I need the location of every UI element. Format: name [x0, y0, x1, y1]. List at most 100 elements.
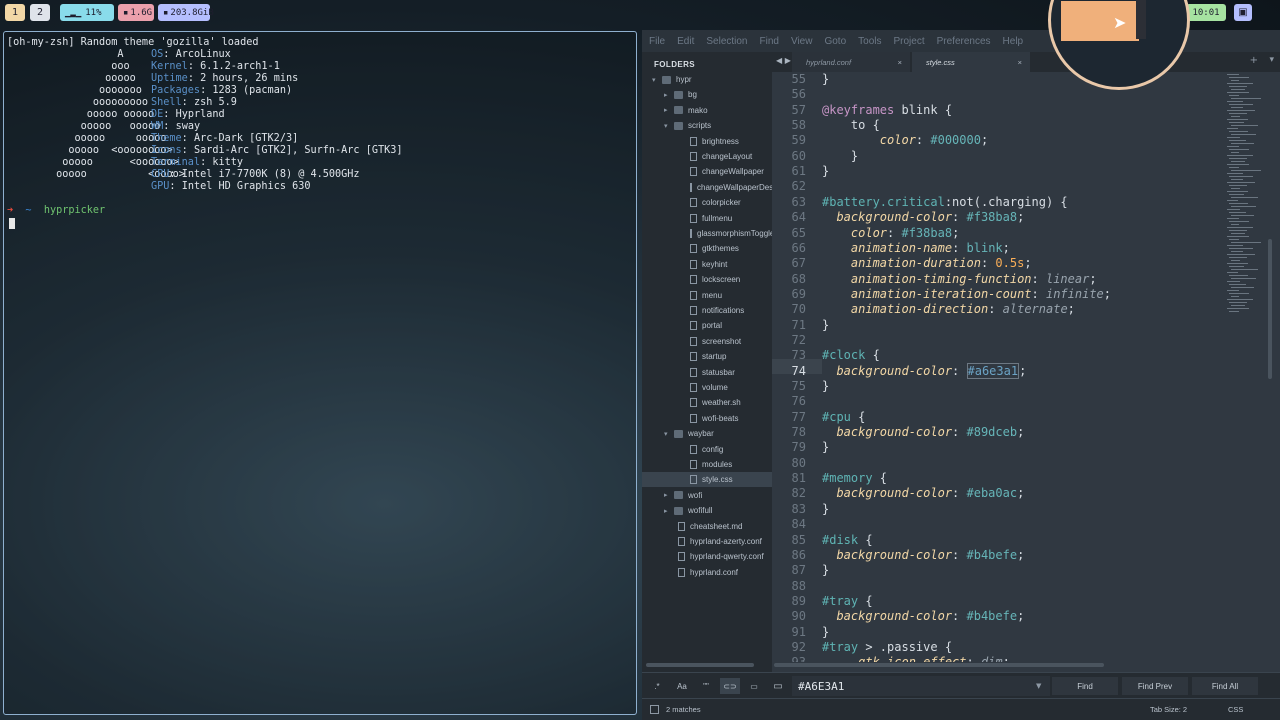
code-line[interactable]: background-color: #eba0ac;: [822, 486, 1024, 500]
code-line[interactable]: to {: [822, 118, 880, 132]
folder-item-mako[interactable]: ▸ mako: [642, 103, 772, 118]
workspace-2-button[interactable]: 2: [30, 4, 50, 21]
code-line[interactable]: }: [822, 625, 829, 639]
code-line[interactable]: background-color: #89dceb;: [822, 425, 1024, 439]
file-item-gtkthemes[interactable]: gtkthemes: [642, 241, 772, 256]
code-line[interactable]: }: [822, 318, 829, 332]
code-line[interactable]: background-color: #f38ba8;: [822, 210, 1024, 224]
code-line[interactable]: }: [822, 72, 829, 86]
sidebar-scrollbar[interactable]: [646, 663, 754, 667]
menu-tools[interactable]: Tools: [858, 36, 881, 47]
file-item-wofi-beats[interactable]: wofi-beats: [642, 411, 772, 426]
file-item-style-css[interactable]: style.css: [642, 472, 772, 488]
file-item-keyhint[interactable]: keyhint: [642, 257, 772, 272]
menu-view[interactable]: View: [791, 36, 813, 47]
file-item-config[interactable]: config: [642, 442, 772, 457]
code-line[interactable]: }: [822, 379, 829, 393]
code-line[interactable]: #tray {: [822, 594, 873, 608]
tray-app-icon[interactable]: ▣: [1234, 4, 1252, 21]
tab-overflow-icon[interactable]: ▾: [1269, 55, 1274, 65]
file-item-hyprland-azerty-conf[interactable]: hyprland-azerty.conf: [642, 534, 772, 549]
case-toggle[interactable]: Aa: [672, 678, 692, 694]
folders-sidebar[interactable]: FOLDERS ▾ hypr ▸ bg ▸ mako ▾ scripts brightness c…: [642, 52, 772, 672]
chevron-right-icon[interactable]: ▸: [664, 507, 674, 515]
horizontal-scrollbar[interactable]: [774, 663, 1104, 667]
chevron-down-icon[interactable]: ▾: [664, 122, 674, 130]
file-item-colorpicker[interactable]: colorpicker: [642, 195, 772, 210]
wrap-toggle[interactable]: ⊂⊃: [720, 678, 740, 694]
tab-size[interactable]: Tab Size: 2: [1150, 705, 1187, 714]
code-line[interactable]: #clock {: [822, 348, 880, 362]
code-line[interactable]: animation-duration: 0.5s;: [822, 256, 1032, 270]
file-item-glassmorphismtoggle[interactable]: glassmorphismToggle: [642, 226, 772, 241]
tab-hyprland-conf[interactable]: hyprland.conf ×: [792, 52, 910, 72]
file-item-changewallpaper[interactable]: changeWallpaper: [642, 164, 772, 179]
code-line[interactable]: color: #f38ba8;: [822, 226, 959, 240]
code-line[interactable]: color: #000000;: [822, 133, 988, 147]
code-line[interactable]: #tray > .passive {: [822, 640, 952, 654]
file-item-screenshot[interactable]: screenshot: [642, 334, 772, 349]
menu-selection[interactable]: Selection: [706, 36, 747, 47]
menu-edit[interactable]: Edit: [677, 36, 694, 47]
menu-project[interactable]: Project: [894, 36, 925, 47]
find-history-icon[interactable]: ▼: [1036, 682, 1041, 690]
code-line[interactable]: #memory {: [822, 471, 887, 485]
chevron-down-icon[interactable]: ▾: [664, 430, 674, 438]
code-line[interactable]: #battery.critical:not(.charging) {: [822, 195, 1068, 209]
menu-file[interactable]: File: [649, 36, 665, 47]
scrollbar-thumb[interactable]: [1268, 239, 1272, 379]
code-line[interactable]: -gtk-icon-effect: dim;: [822, 655, 1010, 662]
file-item-portal[interactable]: portal: [642, 318, 772, 333]
menu-find[interactable]: Find: [760, 36, 779, 47]
folder-item-wofi[interactable]: ▸ wofi: [642, 488, 772, 503]
chevron-right-icon[interactable]: ▸: [664, 91, 674, 99]
file-item-statusbar[interactable]: statusbar: [642, 365, 772, 380]
folder-item-scripts[interactable]: ▾ scripts: [642, 118, 772, 133]
code-line[interactable]: }: [822, 502, 829, 516]
chevron-right-icon[interactable]: ▸: [664, 106, 674, 114]
file-item-hyprland-conf[interactable]: hyprland.conf: [642, 565, 772, 580]
code-line[interactable]: animation-timing-function: linear;: [822, 272, 1097, 286]
code-line[interactable]: }: [822, 164, 829, 178]
file-item-notifications[interactable]: notifications: [642, 303, 772, 318]
file-item-volume[interactable]: volume: [642, 380, 772, 395]
terminal-window[interactable]: [oh-my-zsh] Random theme 'gozilla' loade…: [3, 31, 637, 715]
menu-preferences[interactable]: Preferences: [937, 36, 991, 47]
code-line[interactable]: background-color: #b4befe;: [822, 609, 1024, 623]
code-line[interactable]: }: [822, 440, 829, 454]
code-line[interactable]: }: [822, 563, 829, 577]
syntax-mode[interactable]: CSS: [1228, 705, 1243, 714]
panel-toggle-icon[interactable]: [650, 705, 659, 714]
code-line[interactable]: animation-direction: alternate;: [822, 302, 1075, 316]
file-item-menu[interactable]: menu: [642, 288, 772, 303]
file-item-weather-sh[interactable]: weather.sh: [642, 395, 772, 410]
chevron-down-icon[interactable]: ▾: [652, 76, 662, 84]
chevron-right-icon[interactable]: ▸: [664, 491, 674, 499]
code-line[interactable]: #disk {: [822, 533, 873, 547]
find-prev-button[interactable]: Find Prev: [1122, 677, 1188, 695]
code-line[interactable]: }: [822, 149, 858, 163]
folder-item-bg[interactable]: ▸ bg: [642, 87, 772, 102]
file-item-brightness[interactable]: brightness: [642, 134, 772, 149]
sublime-text-window[interactable]: File Edit Selection Find View Goto Tools Projec…: [642, 30, 1280, 720]
code-area[interactable]: } @keyframes blink { to { color: #000000;…: [822, 72, 1222, 662]
menu-goto[interactable]: Goto: [824, 36, 846, 47]
menu-help[interactable]: Help: [1003, 36, 1024, 47]
find-all-button[interactable]: Find All: [1192, 677, 1258, 695]
regex-toggle[interactable]: .*: [648, 678, 666, 694]
folder-item-hypr[interactable]: ▾ hypr: [642, 72, 772, 87]
folder-item-waybar[interactable]: ▾ waybar: [642, 426, 772, 441]
file-item-startup[interactable]: startup: [642, 349, 772, 364]
code-line[interactable]: animation-iteration-count: infinite;: [822, 287, 1111, 301]
close-icon[interactable]: ×: [1018, 58, 1022, 67]
highlight-matches-icon[interactable]: ▭: [768, 678, 788, 694]
folder-item-wofifull[interactable]: ▸ wofifull: [642, 503, 772, 518]
file-item-changewallpaperdesk[interactable]: changeWallpaperDesk: [642, 180, 772, 195]
tab-style-css[interactable]: style.css ×: [912, 52, 1030, 72]
file-item-hyprland-qwerty-conf[interactable]: hyprland-qwerty.conf: [642, 549, 772, 564]
minimap[interactable]: [1227, 74, 1265, 314]
in-selection-toggle[interactable]: ▭: [744, 678, 764, 694]
tab-nav-arrows-icon[interactable]: ◀ ▶: [776, 56, 791, 65]
file-item-fullmenu[interactable]: fullmenu: [642, 211, 772, 226]
clock-widget[interactable]: 10:01: [1186, 4, 1226, 21]
